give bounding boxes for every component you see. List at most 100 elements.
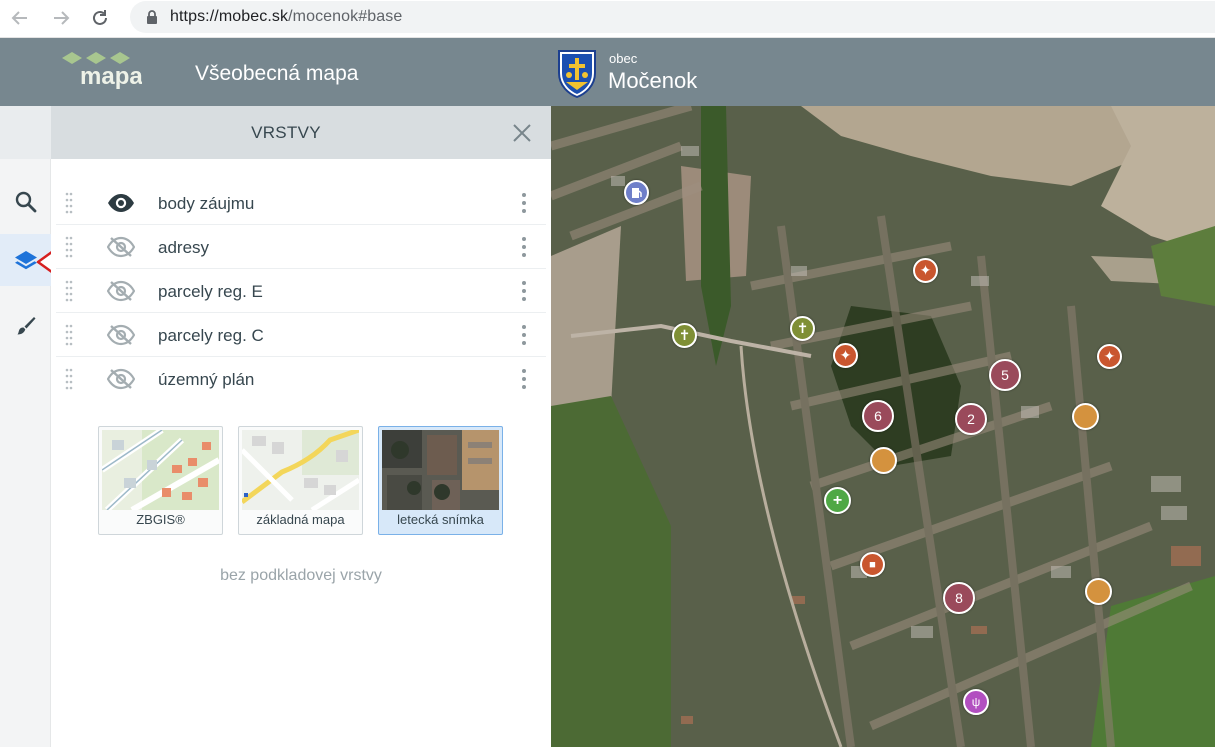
drag-handle-icon[interactable] <box>65 367 73 391</box>
visibility-toggle[interactable] <box>106 365 136 393</box>
visibility-toggle[interactable] <box>106 277 136 305</box>
restaurant-marker[interactable]: ψ <box>963 689 989 715</box>
arrow-right-icon <box>54 11 70 25</box>
running-icon: ✦ <box>1103 348 1116 364</box>
layer-row-adresy[interactable]: adresy <box>56 225 546 269</box>
cluster-marker[interactable]: 5 <box>989 359 1021 391</box>
layer-row-parcely-e[interactable]: parcely reg. E <box>56 269 546 313</box>
map-canvas[interactable]: ✦ ✝ ✝ ✦ ✦ 5 6 2 + ■ 8 ψ <box>551 106 1215 747</box>
draw-button[interactable] <box>0 300 51 352</box>
fuel-icon <box>631 187 642 198</box>
layers-panel: VRSTVY body záujmu adresy parcely reg. E… <box>51 106 551 747</box>
municipality-crest <box>556 48 598 99</box>
eye-off-icon <box>107 324 135 346</box>
cluster-marker[interactable]: 6 <box>862 400 894 432</box>
layer-label: územný plán <box>158 370 255 389</box>
panel-header: VRSTVY <box>51 106 551 159</box>
more-vertical-icon[interactable] <box>520 280 528 302</box>
basemap-thumbnail <box>382 430 499 510</box>
cluster-marker[interactable]: 8 <box>943 582 975 614</box>
more-vertical-icon[interactable] <box>520 368 528 390</box>
close-icon <box>513 124 531 142</box>
lock-icon <box>144 9 160 25</box>
more-vertical-icon[interactable] <box>520 192 528 214</box>
running-icon: ✦ <box>839 347 852 363</box>
cluster-count: 2 <box>967 411 975 427</box>
cluster-count: 8 <box>955 590 963 606</box>
visibility-toggle[interactable] <box>106 321 136 349</box>
no-basemap-option[interactable]: bez podkladovej vrstvy <box>51 567 551 585</box>
drag-handle-icon[interactable] <box>65 235 73 259</box>
more-vertical-icon[interactable] <box>520 324 528 346</box>
eye-icon <box>108 194 134 212</box>
basemap-zbgis[interactable]: ZBGIS® <box>98 426 223 535</box>
reload-icon <box>93 10 107 25</box>
cemetery-marker[interactable]: ✝ <box>672 323 697 348</box>
url-text: https://mobec.sk/mocenok#base <box>170 8 403 25</box>
logo-text: mapa <box>80 63 142 90</box>
municipality-name: Močenok <box>608 68 698 93</box>
basemap-label: letecká snímka <box>397 512 484 527</box>
app-title: Všeobecná mapa <box>195 62 359 85</box>
poi-marker[interactable] <box>870 447 897 474</box>
basemap-thumbnail <box>242 430 359 510</box>
search-button[interactable] <box>0 176 51 228</box>
drag-handle-icon[interactable] <box>65 323 73 347</box>
poi-marker[interactable] <box>1072 403 1099 430</box>
fork-knife-icon: ψ <box>971 695 981 709</box>
visibility-toggle[interactable] <box>106 233 136 261</box>
service-icon: ■ <box>869 558 876 571</box>
cross-icon: ✝ <box>796 320 809 336</box>
browser-toolbar: https://mobec.sk/mocenok#base <box>0 0 1215 38</box>
rail-header <box>0 106 51 159</box>
panel-title: VRSTVY <box>251 123 321 142</box>
cluster-count: 5 <box>1001 367 1009 383</box>
layer-label: parcely reg. C <box>158 326 264 345</box>
layer-label: adresy <box>158 238 210 257</box>
cemetery-marker[interactable]: ✝ <box>790 316 815 341</box>
poi-marker[interactable] <box>1085 578 1112 605</box>
plus-icon: + <box>832 491 843 509</box>
layer-label: body záujmu <box>158 194 255 213</box>
more-vertical-icon[interactable] <box>520 236 528 258</box>
drag-handle-icon[interactable] <box>65 191 73 215</box>
layer-label: parcely reg. E <box>158 282 263 301</box>
back-button[interactable] <box>8 6 32 30</box>
mapa-logo[interactable]: mapa <box>62 52 143 96</box>
layer-row-parcely-c[interactable]: parcely reg. C <box>56 313 546 357</box>
reload-button[interactable] <box>88 6 112 30</box>
basemap-label: ZBGIS® <box>136 512 185 527</box>
search-icon <box>15 191 36 213</box>
basemap-selector: ZBGIS® základná mapa letecká snímka <box>98 426 518 536</box>
basemap-label: základná mapa <box>256 512 345 527</box>
sport-marker[interactable]: ✦ <box>1097 344 1122 369</box>
arrow-left-icon <box>11 11 27 25</box>
eye-off-icon <box>107 236 135 258</box>
app-header: mapa Všeobecná mapa obec Močenok <box>0 38 1215 106</box>
municipality-prefix: obec <box>609 51 638 66</box>
fuel-station-marker[interactable] <box>624 180 649 205</box>
sport-marker[interactable]: ✦ <box>833 343 858 368</box>
sport-marker[interactable]: ✦ <box>913 258 938 283</box>
pharmacy-marker[interactable]: + <box>824 487 851 514</box>
cross-icon: ✝ <box>678 327 691 343</box>
service-marker[interactable]: ■ <box>860 552 885 577</box>
basemap-letecka-snimka[interactable]: letecká snímka <box>378 426 503 535</box>
basemap-thumbnail <box>102 430 219 510</box>
running-icon: ✦ <box>919 262 932 278</box>
layer-row-uzemny-plan[interactable]: územný plán <box>56 357 546 401</box>
eye-off-icon <box>107 368 135 390</box>
address-bar[interactable]: https://mobec.sk/mocenok#base <box>130 1 1215 33</box>
layers-icon <box>14 251 37 270</box>
tool-rail <box>0 106 51 747</box>
layer-list: body záujmu adresy parcely reg. E parcel… <box>56 181 546 401</box>
brush-icon <box>17 317 35 335</box>
visibility-toggle[interactable] <box>106 189 136 217</box>
basemap-zakladna-mapa[interactable]: základná mapa <box>238 426 363 535</box>
cluster-marker[interactable]: 2 <box>955 403 987 435</box>
close-button[interactable] <box>511 122 533 144</box>
forward-button[interactable] <box>49 6 73 30</box>
cluster-count: 6 <box>874 408 882 424</box>
drag-handle-icon[interactable] <box>65 279 73 303</box>
layer-row-body-zaujmu[interactable]: body záujmu <box>56 181 546 225</box>
